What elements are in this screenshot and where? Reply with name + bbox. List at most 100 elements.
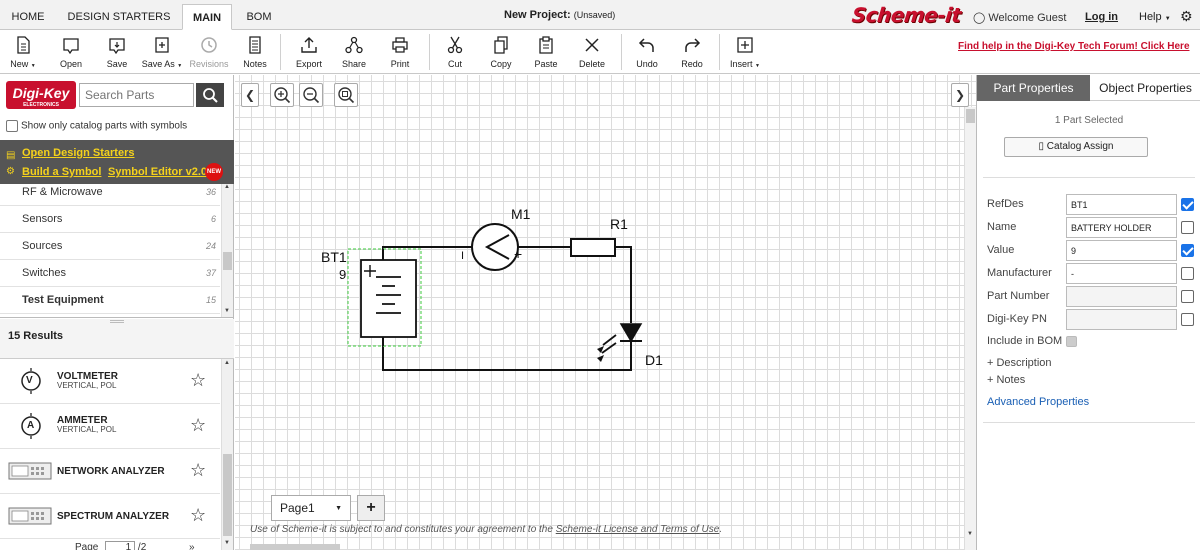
favorite-star-icon[interactable]: ☆ (190, 371, 206, 389)
category-item[interactable]: RF & Microwave 36 (0, 184, 220, 206)
name-field[interactable]: BATTERY HOLDER (1066, 217, 1177, 238)
favorite-star-icon[interactable]: ☆ (190, 416, 206, 434)
category-item[interactable]: Switches 37 (0, 260, 220, 287)
scroll-thumb[interactable] (223, 454, 232, 536)
canvas-hscroll[interactable] (250, 544, 340, 550)
save-as-button[interactable]: Save As ▼ (141, 33, 183, 71)
scroll-down-arrow-icon[interactable]: ▼ (224, 540, 230, 546)
undo-button[interactable]: Undo (632, 33, 662, 71)
led-d1[interactable] (597, 323, 643, 362)
tech-forum-link[interactable]: Find help in the Digi-Key Tech Forum! Cl… (958, 41, 1190, 52)
voltmeter-symbol: V (26, 375, 33, 386)
login-link[interactable]: Log in (1085, 11, 1118, 23)
result-item[interactable]: SPECTRUM ANALYZER ☆ (0, 494, 220, 539)
project-status: (Unsaved) (573, 10, 616, 20)
manufacturer-field[interactable]: - (1066, 263, 1177, 284)
paste-button[interactable]: Paste (531, 33, 561, 71)
result-item[interactable]: NETWORK ANALYZER ☆ (0, 449, 220, 494)
scroll-down-arrow-icon[interactable]: ▼ (224, 308, 230, 314)
part-number-field[interactable] (1066, 286, 1177, 307)
resistor-r1[interactable] (570, 238, 616, 257)
notes-expander[interactable]: + Notes (987, 374, 1025, 386)
search-parts-input[interactable] (79, 83, 194, 107)
battery-bt1[interactable] (347, 248, 422, 347)
notes-button[interactable]: Notes (240, 33, 270, 71)
export-button[interactable]: Export (293, 33, 325, 71)
tab-main[interactable]: MAIN (182, 4, 232, 30)
build-symbol-link[interactable]: Build a Symbol (22, 166, 101, 178)
revisions-button[interactable]: Revisions (188, 33, 230, 71)
scroll-thumb[interactable] (966, 109, 975, 123)
help-menu[interactable]: Help ▼ (1139, 11, 1171, 23)
pager-next-button[interactable]: » (189, 542, 195, 550)
name-visible-checkbox[interactable] (1181, 221, 1194, 234)
catalog-only-filter[interactable]: Show only catalog parts with symbols (6, 120, 187, 132)
page-number-input[interactable]: 1 (105, 541, 136, 550)
save-button[interactable]: Save (102, 33, 132, 71)
terms-link[interactable]: Scheme-it License and Terms of Use (556, 524, 720, 535)
diode-triangle (619, 323, 643, 343)
scroll-thumb[interactable] (223, 252, 232, 270)
digikey-logo[interactable]: Digi-Key ELECTRONICS (6, 81, 76, 109)
category-scrollbar[interactable]: ▲ ▼ (221, 184, 233, 317)
scheme-it-logo[interactable]: Scheme-it (851, 3, 962, 27)
print-button[interactable]: Print (385, 33, 415, 71)
prop-label: Name (987, 221, 1017, 233)
wire[interactable] (382, 246, 472, 260)
category-item-selected[interactable]: Test Equipment 15 (0, 287, 220, 314)
digikey-pn-field[interactable] (1066, 309, 1177, 330)
description-expander[interactable]: + Description (987, 357, 1052, 369)
category-item[interactable]: Sources 24 (0, 233, 220, 260)
redo-button[interactable]: Redo (677, 33, 707, 71)
include-bom-label: Include in BOM (987, 335, 1063, 347)
wire[interactable] (615, 246, 632, 323)
new-button[interactable]: New ▼ (8, 33, 38, 71)
part-number-visible-checkbox[interactable] (1181, 290, 1194, 303)
include-bom-checkbox[interactable] (1066, 335, 1078, 347)
build-symbol-icon: ⚙ (6, 166, 15, 177)
meter-m1[interactable] (471, 223, 519, 271)
refdes-visible-checkbox[interactable] (1181, 198, 1194, 211)
copy-button[interactable]: Copy (486, 33, 516, 71)
tab-home[interactable]: HOME (4, 4, 52, 30)
tab-part-properties[interactable]: Part Properties (977, 75, 1090, 101)
scroll-up-arrow-icon[interactable]: ▲ (224, 360, 230, 366)
page-selector[interactable]: Page1 ▼ (271, 495, 351, 521)
open-button[interactable]: Open (55, 33, 87, 71)
delete-button[interactable]: Delete (576, 33, 608, 71)
result-item[interactable]: V VOLTMETER VERTICAL, POL ☆ (0, 359, 220, 404)
schematic-canvas[interactable]: ❮ ❯ BT1 9 I + M1 R1 D1 Page1 ▼ + Use of … (235, 75, 976, 550)
catalog-only-checkbox[interactable] (6, 120, 18, 132)
refdes-field[interactable]: BT1 (1066, 194, 1177, 215)
tab-bom[interactable]: BOM (238, 4, 280, 30)
add-page-button[interactable]: + (357, 495, 385, 521)
tab-design-starters[interactable]: DESIGN STARTERS (62, 4, 176, 30)
insert-button[interactable]: Insert ▼ (728, 33, 762, 71)
results-scrollbar[interactable]: ▲ ▼ (221, 359, 233, 550)
category-item[interactable]: Sensors 6 (0, 206, 220, 233)
scroll-up-arrow-icon[interactable]: ▲ (224, 184, 230, 190)
gear-icon[interactable]: ⚙ (1180, 9, 1193, 23)
advanced-properties-link[interactable]: Advanced Properties (987, 396, 1089, 408)
caret-down-icon: ▼ (755, 63, 760, 69)
undo-icon (638, 38, 654, 52)
catalog-assign-button[interactable]: ▯ Catalog Assign (1004, 137, 1148, 157)
category-name: RF & Microwave (22, 186, 103, 198)
favorite-star-icon[interactable]: ☆ (190, 506, 206, 524)
wire[interactable] (382, 337, 632, 371)
value-visible-checkbox[interactable] (1181, 244, 1194, 257)
cut-button[interactable]: Cut (440, 33, 470, 71)
resize-handle[interactable] (110, 320, 124, 323)
symbol-editor-link[interactable]: Symbol Editor v2.0 (108, 166, 207, 178)
value-field[interactable]: 9 (1066, 240, 1177, 261)
digikey-pn-visible-checkbox[interactable] (1181, 313, 1194, 326)
search-button[interactable] (196, 83, 224, 107)
manufacturer-visible-checkbox[interactable] (1181, 267, 1194, 280)
share-button[interactable]: Share (339, 33, 369, 71)
tab-object-properties[interactable]: Object Properties (1090, 75, 1200, 101)
canvas-scrollbar[interactable]: ▼ (964, 107, 976, 550)
favorite-star-icon[interactable]: ☆ (190, 461, 206, 479)
open-design-starters-link[interactable]: Open Design Starters (22, 147, 134, 159)
result-item[interactable]: A AMMETER VERTICAL, POL ☆ (0, 404, 220, 449)
scroll-down-arrow-icon[interactable]: ▼ (967, 531, 973, 537)
